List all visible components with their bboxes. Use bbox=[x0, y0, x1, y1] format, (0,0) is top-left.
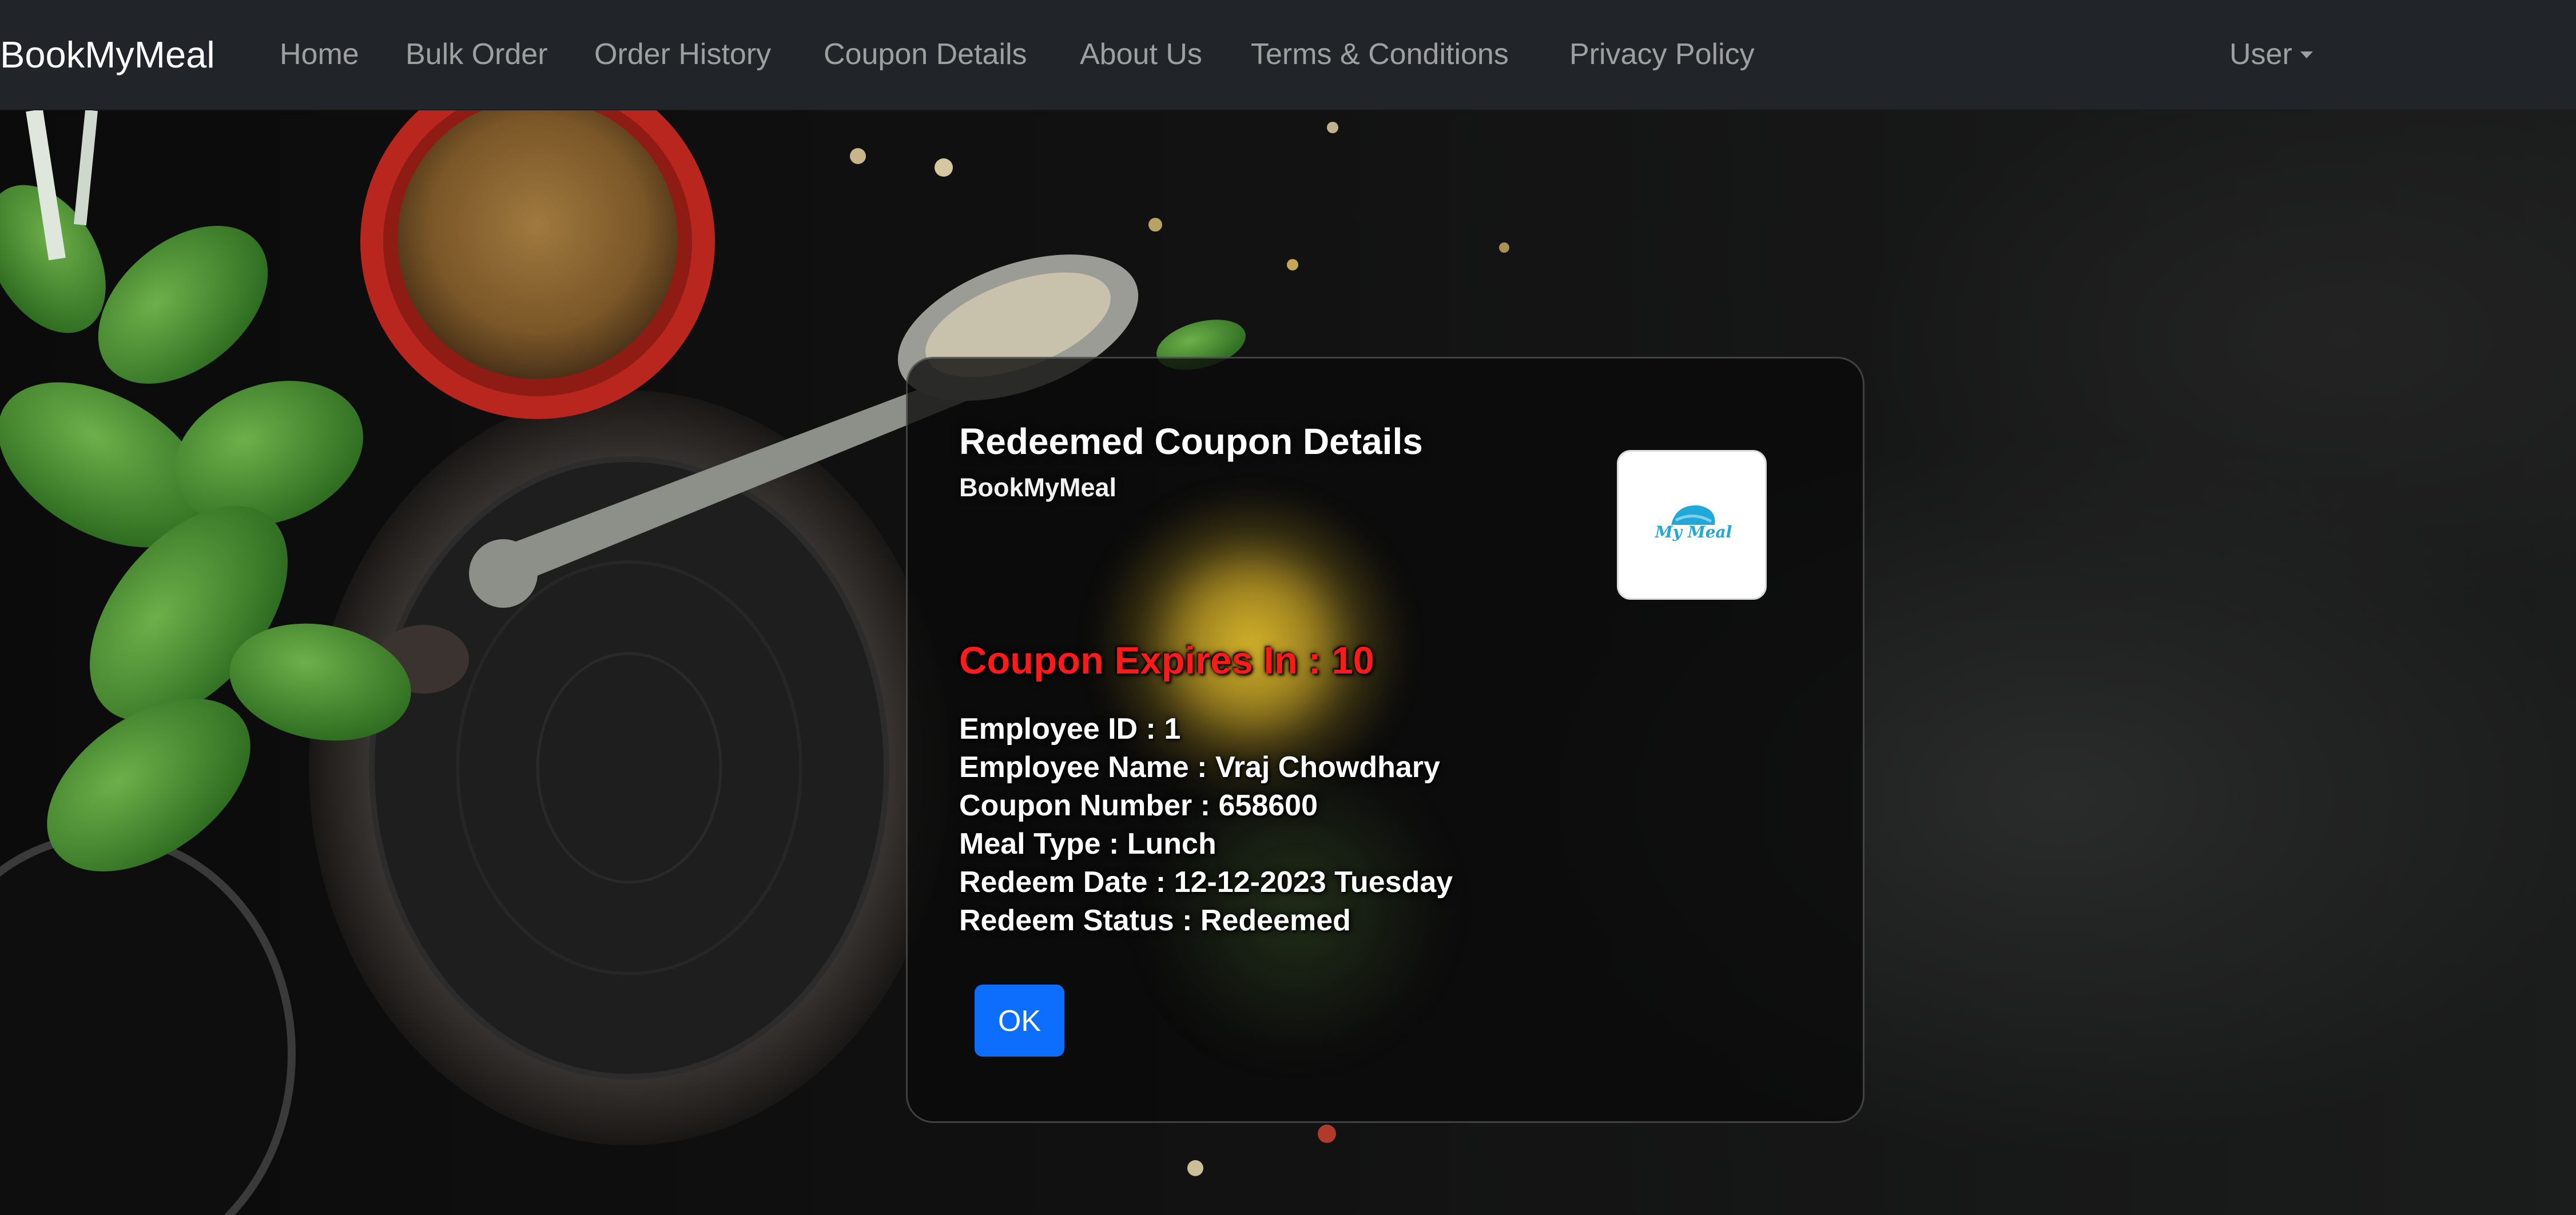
nav-link-order-history[interactable]: Order History bbox=[594, 36, 771, 73]
logo-text: My Meal bbox=[1655, 523, 1732, 541]
modal-title: Redeemed Coupon Details bbox=[959, 421, 1423, 462]
nav-link-about-us[interactable]: About Us bbox=[1080, 36, 1202, 73]
user-dropdown-label: User bbox=[2229, 38, 2292, 71]
redeemed-coupon-modal: Redeemed Coupon Details BookMyMeal My Me… bbox=[906, 357, 1865, 1123]
nav-link-bulk-order[interactable]: Bulk Order bbox=[406, 36, 548, 73]
modal-subtitle: BookMyMeal bbox=[959, 473, 1117, 502]
ok-button[interactable]: OK bbox=[975, 985, 1064, 1057]
caret-down-icon bbox=[2300, 51, 2313, 58]
redeem-status: Redeem Status : Redeemed bbox=[959, 904, 1351, 937]
coupon-number: Coupon Number : 658600 bbox=[959, 789, 1318, 822]
top-navbar: BookMyMeal Home Bulk Order Order History… bbox=[0, 0, 2576, 110]
nav-link-privacy-policy[interactable]: Privacy Policy bbox=[1569, 36, 1755, 73]
employee-name: Employee Name : Vraj Chowdhary bbox=[959, 751, 1440, 784]
nav-link-terms-conditions[interactable]: Terms & Conditions bbox=[1251, 36, 1509, 73]
coupon-details-list: Employee ID : 1 Employee Name : Vraj Cho… bbox=[959, 710, 1453, 940]
brand-logo-text[interactable]: BookMyMeal bbox=[0, 33, 215, 77]
user-dropdown-toggle[interactable]: User bbox=[2229, 36, 2313, 73]
nav-link-coupon-details[interactable]: Coupon Details bbox=[824, 36, 1027, 73]
nav-link-home[interactable]: Home bbox=[280, 36, 359, 73]
my-meal-logo: My Meal bbox=[1617, 450, 1767, 600]
redeem-date: Redeem Date : 12-12-2023 Tuesday bbox=[959, 866, 1453, 899]
my-meal-logo-icon: My Meal bbox=[1655, 505, 1732, 541]
employee-id: Employee ID : 1 bbox=[959, 712, 1181, 746]
meal-type: Meal Type : Lunch bbox=[959, 827, 1217, 861]
coupon-expiry-text: Coupon Expires In : 10 bbox=[959, 639, 1374, 682]
